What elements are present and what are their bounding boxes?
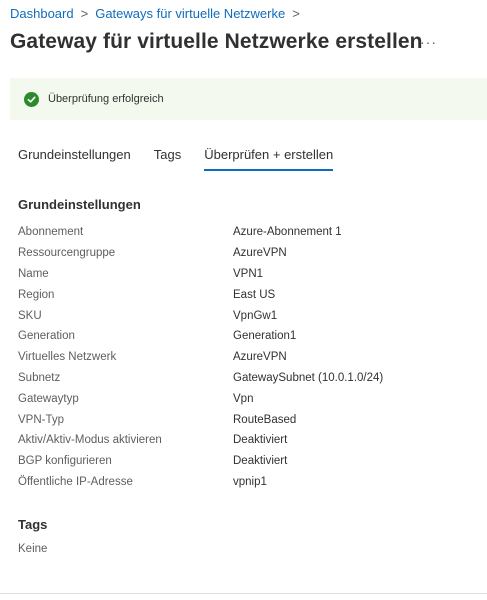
- footer-divider: [0, 593, 487, 594]
- detail-label: Öffentliche IP-Adresse: [18, 475, 133, 488]
- detail-value: GatewaySubnet (10.0.1.0/24): [233, 371, 384, 384]
- detail-row-public-ip: Öffentliche IP-Adresse vpnip1: [18, 472, 458, 493]
- detail-row-generation: Generation Generation1: [18, 326, 458, 347]
- checkmark-circle-icon: [24, 91, 39, 107]
- detail-value: RouteBased: [233, 413, 297, 426]
- breadcrumb-link-gateways[interactable]: Gateways für virtuelle Netzwerke: [95, 6, 285, 21]
- detail-row-virtual-network: Virtuelles Netzwerk AzureVPN: [18, 347, 458, 368]
- detail-label: Region: [18, 288, 55, 301]
- detail-row-region: Region East US: [18, 284, 458, 305]
- tags-value: Keine: [18, 543, 48, 555]
- detail-label: Aktiv/Aktiv-Modus aktivieren: [18, 434, 162, 447]
- detail-label: Subnetz: [18, 371, 61, 384]
- page-title: Gateway für virtuelle Netzwerke erstelle…: [10, 30, 423, 53]
- tab-basics[interactable]: Grundeinstellungen: [18, 147, 131, 171]
- breadcrumb-link-dashboard[interactable]: Dashboard: [10, 6, 74, 21]
- detail-row-active-active: Aktiv/Aktiv-Modus aktivieren Deaktiviert: [18, 430, 458, 451]
- validation-success-text: Überprüfung erfolgreich: [48, 93, 164, 105]
- detail-label: SKU: [18, 309, 42, 322]
- detail-label: Abonnement: [18, 226, 84, 239]
- detail-value: VpnGw1: [233, 309, 278, 322]
- detail-value: Deaktiviert: [233, 455, 288, 468]
- detail-row-vpn-type: VPN-Typ RouteBased: [18, 409, 458, 430]
- breadcrumb-separator: >: [80, 6, 89, 21]
- detail-row-subscription: Abonnement Azure-Abonnement 1: [18, 222, 458, 243]
- validation-success-banner: Überprüfung erfolgreich: [10, 78, 487, 120]
- more-options-button[interactable]: ···: [420, 34, 437, 50]
- tags-section-title: Tags: [18, 517, 48, 532]
- breadcrumb-separator: >: [292, 6, 300, 21]
- detail-label: Gatewaytyp: [18, 392, 79, 405]
- detail-row-sku: SKU VpnGw1: [18, 305, 458, 326]
- detail-value: AzureVPN: [233, 351, 287, 364]
- detail-row-resource-group: Ressourcengruppe AzureVPN: [18, 243, 458, 264]
- detail-label: Generation: [18, 330, 75, 343]
- detail-value: VPN1: [233, 267, 264, 280]
- detail-label: Virtuelles Netzwerk: [18, 351, 117, 364]
- detail-row-subnet: Subnetz GatewaySubnet (10.0.1.0/24): [18, 368, 458, 389]
- basics-details-list: Abonnement Azure-Abonnement 1 Ressourcen…: [18, 222, 458, 492]
- detail-row-gateway-type: Gatewaytyp Vpn: [18, 388, 458, 409]
- detail-row-name: Name VPN1: [18, 264, 458, 285]
- detail-value: Vpn: [233, 392, 254, 405]
- detail-value: Generation1: [233, 330, 297, 343]
- breadcrumb: Dashboard > Gateways für virtuelle Netzw…: [10, 6, 307, 21]
- detail-label: Name: [18, 267, 49, 280]
- detail-value: AzureVPN: [233, 247, 287, 260]
- detail-value: Azure-Abonnement 1: [233, 226, 342, 239]
- detail-value: Deaktiviert: [233, 434, 288, 447]
- detail-label: VPN-Typ: [18, 413, 65, 426]
- detail-label: BGP konfigurieren: [18, 455, 112, 468]
- basics-section-title: Grundeinstellungen: [18, 197, 141, 212]
- detail-label: Ressourcengruppe: [18, 247, 116, 260]
- tab-tags[interactable]: Tags: [154, 147, 181, 171]
- tab-review-create[interactable]: Überprüfen + erstellen: [204, 147, 334, 171]
- detail-value: East US: [233, 288, 276, 301]
- detail-value: vpnip1: [233, 475, 267, 488]
- tab-bar: Grundeinstellungen Tags Überprüfen + ers…: [18, 147, 356, 171]
- detail-row-bgp: BGP konfigurieren Deaktiviert: [18, 451, 458, 472]
